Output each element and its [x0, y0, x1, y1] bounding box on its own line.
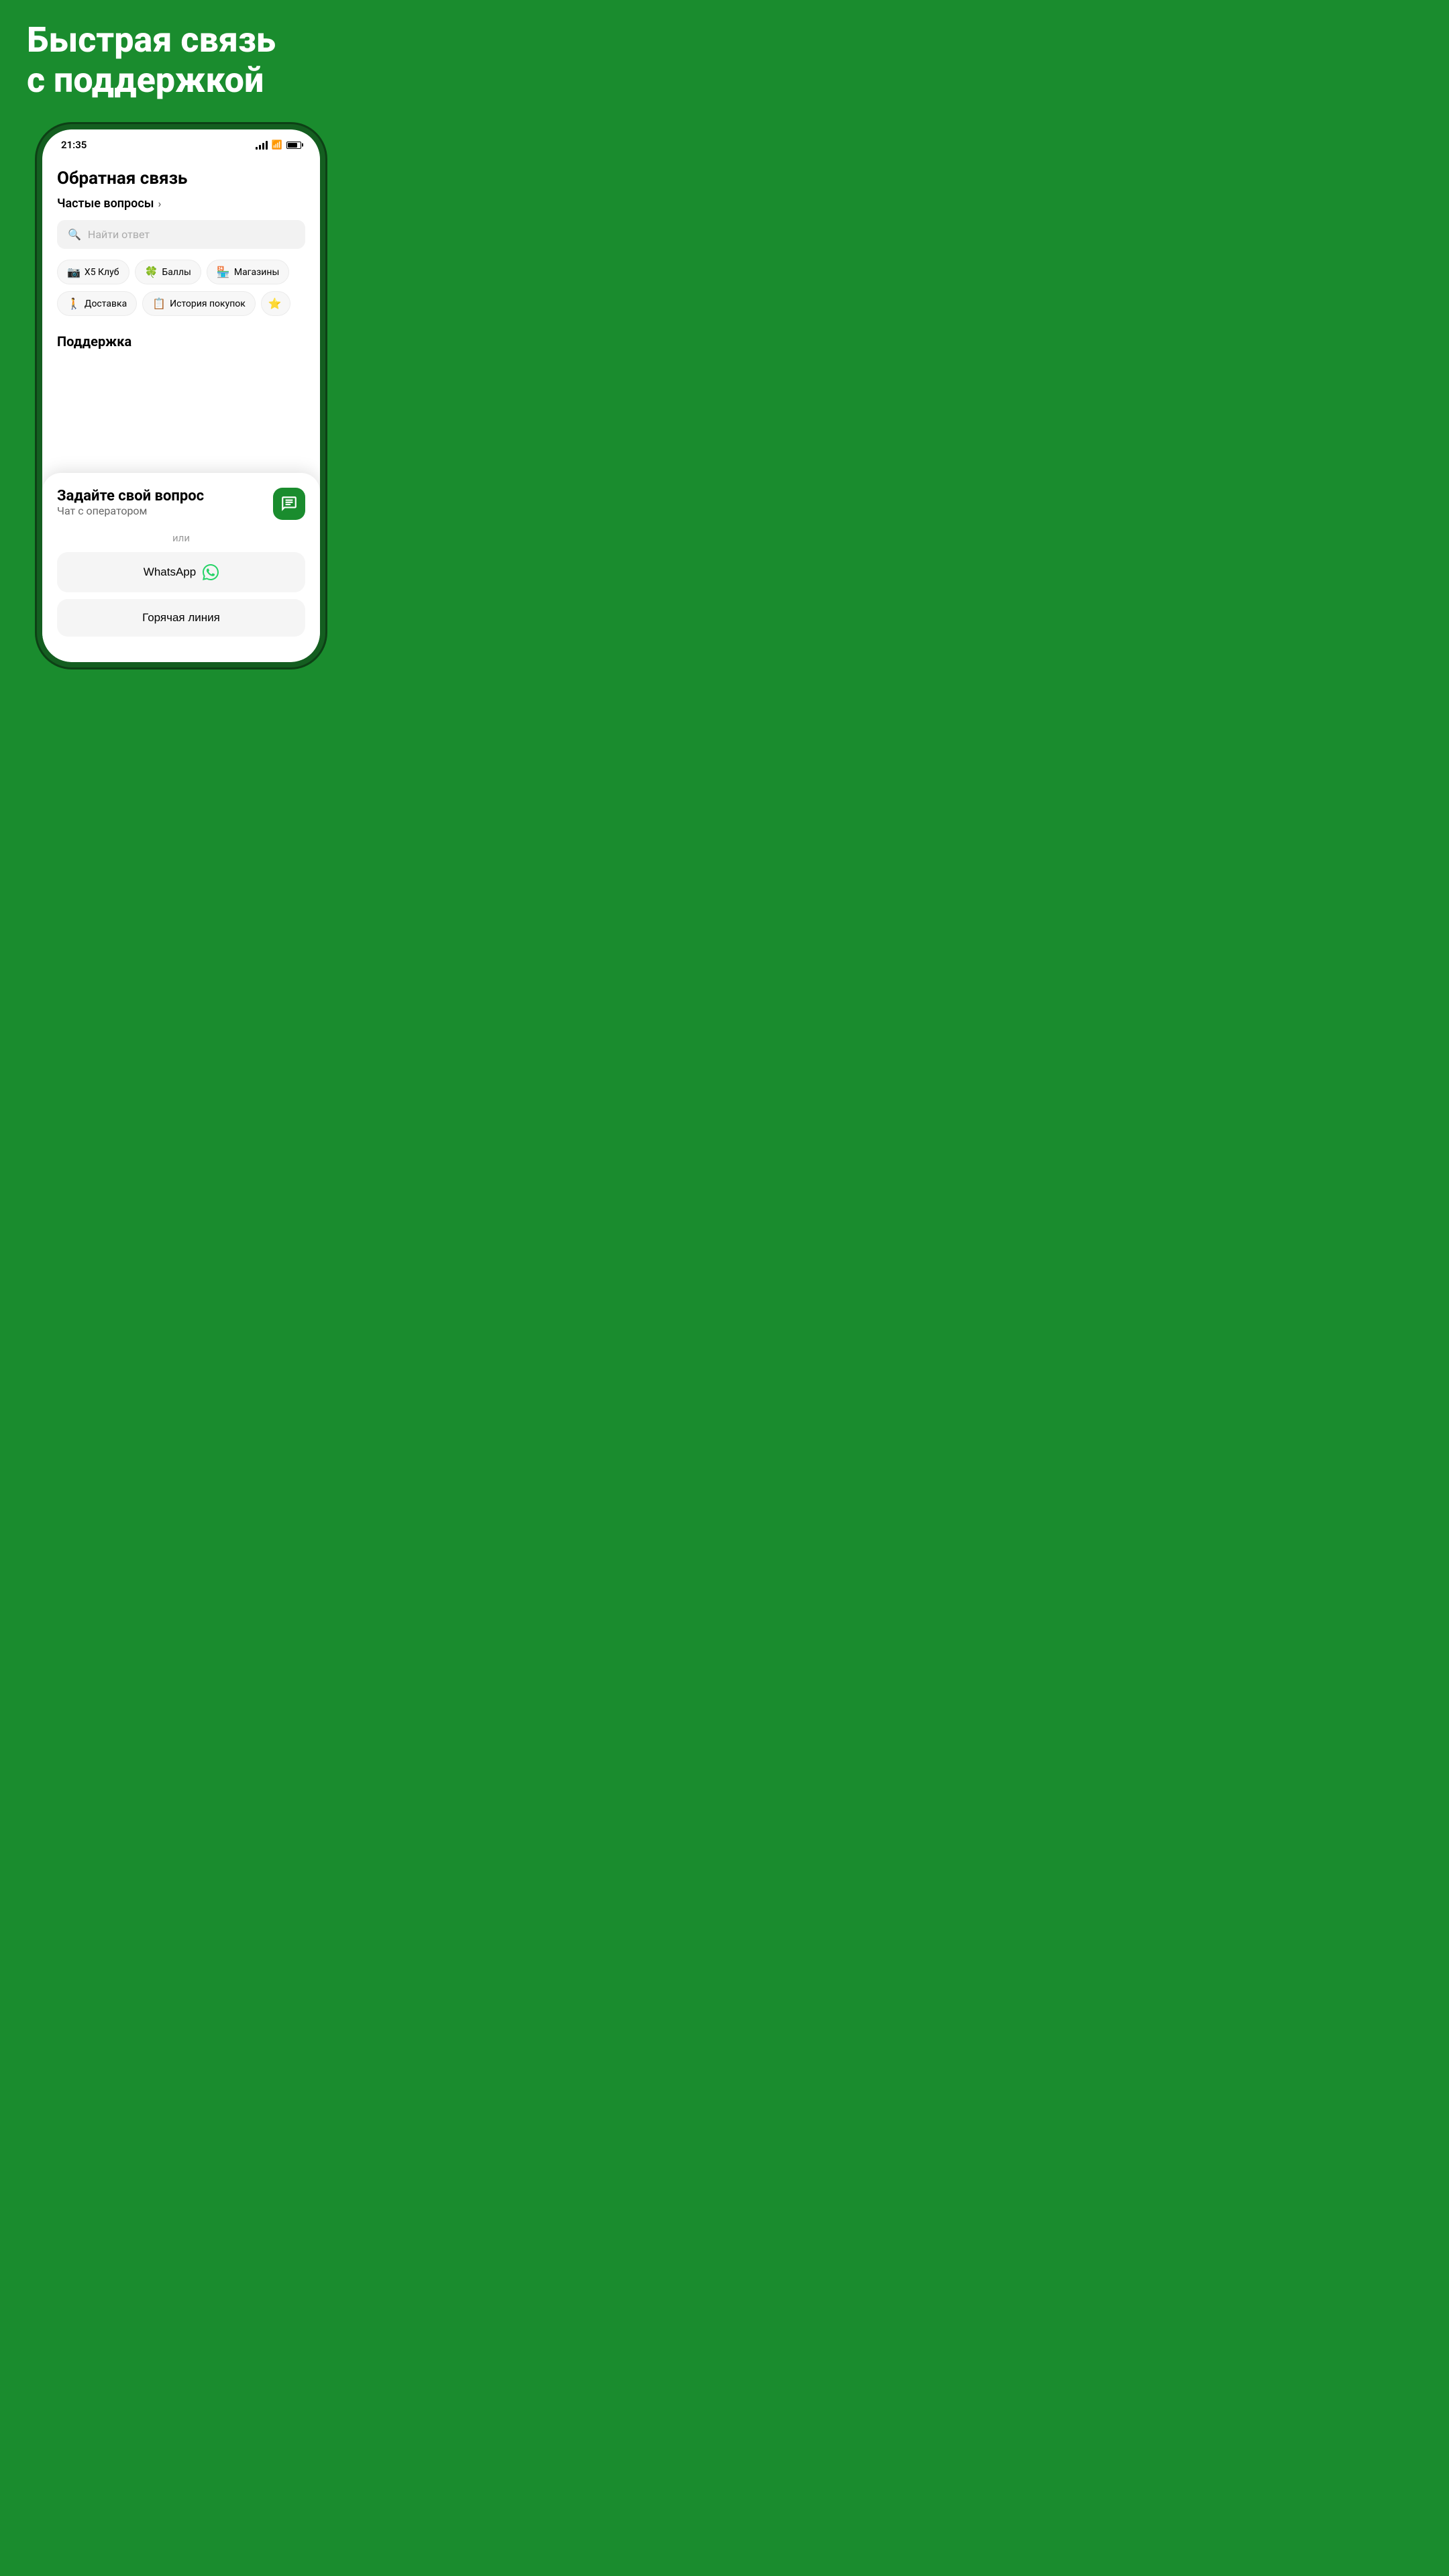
faq-section: Частые вопросы › 🔍 Найти ответ 📷 X5 Клуб… [42, 197, 320, 331]
balls-icon: 🍀 [145, 266, 158, 278]
faq-header[interactable]: Частые вопросы › [57, 197, 305, 211]
chip-delivery[interactable]: 🚶 Доставка [57, 291, 137, 316]
card-header: Задайте свой вопрос Чат с оператором [57, 488, 305, 528]
search-box[interactable]: 🔍 Найти ответ [57, 220, 305, 249]
chip-favorites[interactable]: ⭐ [261, 291, 290, 316]
wifi-icon: 📶 [272, 140, 282, 150]
battery-icon [286, 142, 301, 149]
history-icon: 📋 [152, 297, 166, 310]
favorites-icon: ⭐ [268, 297, 282, 310]
support-section: Поддержка [42, 331, 320, 350]
chat-icon[interactable] [273, 488, 305, 520]
chip-stores[interactable]: 🏪 Магазины [207, 260, 289, 284]
chip-x5club[interactable]: 📷 X5 Клуб [57, 260, 129, 284]
app-content: Обратная связь Частые вопросы › 🔍 Найти … [42, 156, 320, 659]
status-time: 21:35 [61, 139, 87, 151]
support-title: Поддержка [57, 333, 305, 350]
category-chips-row2: 🚶 Доставка 📋 История покупок ⭐ [57, 291, 305, 316]
whatsapp-label: WhatsApp [144, 566, 196, 579]
bottom-card: Задайте свой вопрос Чат с оператором или… [42, 473, 320, 659]
hero-title: Быстрая связь с поддержкой [27, 20, 335, 101]
search-input[interactable]: Найти ответ [88, 228, 150, 241]
page-title: Обратная связь [42, 156, 320, 197]
status-bar: 21:35 📶 [42, 129, 320, 156]
whatsapp-icon [203, 564, 219, 580]
chat-subtitle: Чат с оператором [57, 504, 204, 517]
hotline-button[interactable]: Горячая линия [57, 599, 305, 637]
faq-label: Частые вопросы [57, 197, 154, 211]
ask-question-title: Задайте свой вопрос [57, 488, 204, 504]
status-icons: 📶 [256, 140, 301, 150]
category-chips-row1: 📷 X5 Клуб 🍀 Баллы 🏪 Магазины [57, 260, 305, 284]
whatsapp-button[interactable]: WhatsApp [57, 552, 305, 592]
signal-icon [256, 140, 268, 150]
search-icon: 🔍 [68, 228, 81, 241]
stores-icon: 🏪 [217, 266, 230, 278]
phone-mockup: 21:35 📶 Обратная связь [37, 124, 325, 667]
chip-balls[interactable]: 🍀 Баллы [135, 260, 201, 284]
x5club-icon: 📷 [67, 266, 80, 278]
delivery-icon: 🚶 [67, 297, 80, 310]
or-divider: или [57, 532, 305, 544]
chevron-right-icon: › [158, 197, 161, 210]
chip-history[interactable]: 📋 История покупок [142, 291, 256, 316]
hotline-label: Горячая линия [142, 611, 220, 625]
